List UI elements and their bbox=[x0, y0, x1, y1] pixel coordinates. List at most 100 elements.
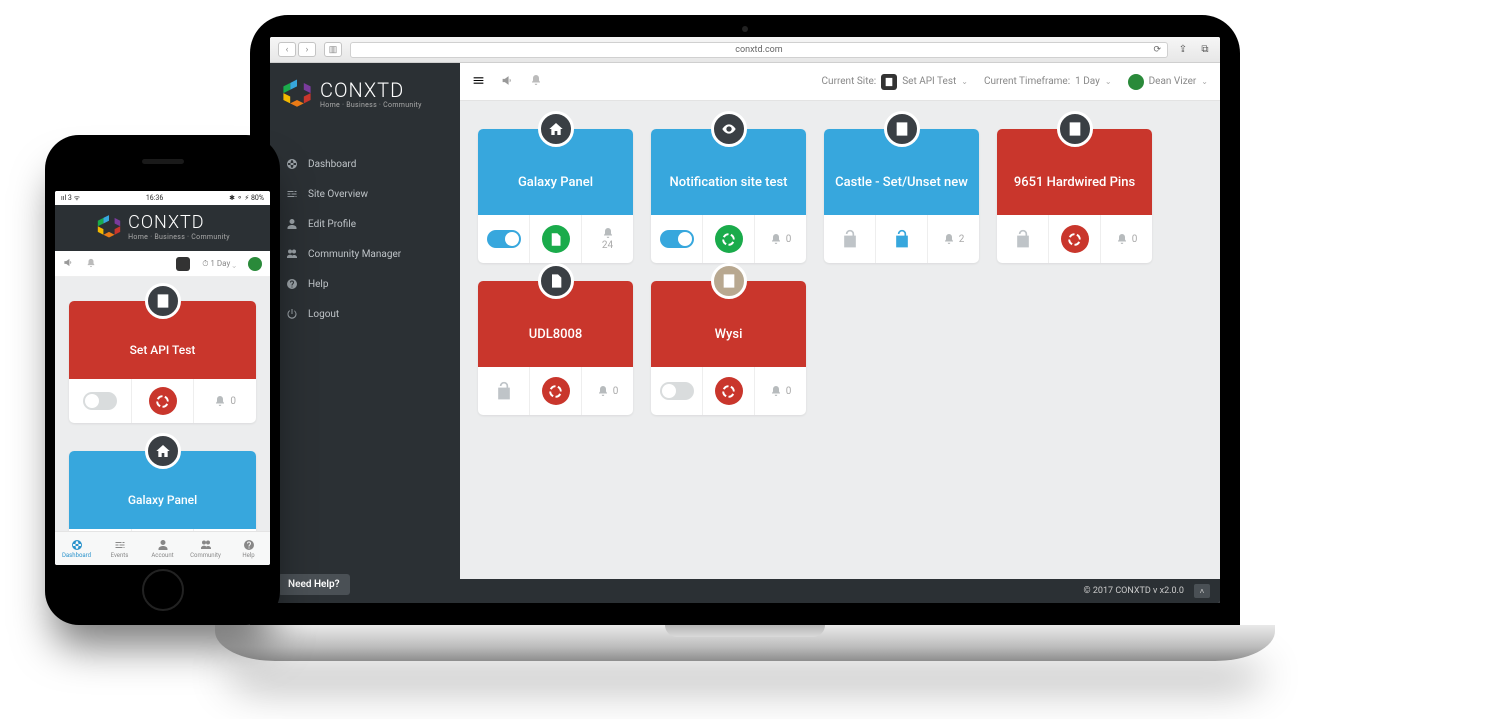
bell-icon bbox=[770, 385, 782, 397]
sidebar-item-help[interactable]: Help bbox=[270, 269, 460, 299]
card-mid-slot[interactable] bbox=[131, 379, 194, 423]
card-bell-slot[interactable]: 2 bbox=[927, 215, 979, 263]
sidebar-item-label: Logout bbox=[308, 309, 339, 320]
tab-events[interactable]: Events bbox=[98, 532, 141, 565]
card-mid-slot[interactable] bbox=[875, 215, 927, 263]
tab-icon bbox=[200, 539, 212, 551]
sidebar-item-community-manager[interactable]: Community Manager bbox=[270, 239, 460, 269]
card-badge bbox=[1057, 111, 1093, 147]
announce-button[interactable] bbox=[501, 74, 514, 90]
avatar[interactable] bbox=[248, 257, 262, 271]
tab-community[interactable]: Community bbox=[184, 532, 227, 565]
sidebar-item-label: Site Overview bbox=[308, 189, 368, 200]
site-card[interactable]: 9651 Hardwired Pins0 bbox=[997, 129, 1152, 263]
site-card[interactable]: Galaxy Panel24 bbox=[478, 129, 633, 263]
current-site-selector[interactable]: Current Site: Set API Test ⌄ bbox=[822, 74, 968, 90]
card-footer: 0 bbox=[69, 379, 256, 423]
sliders-icon bbox=[286, 188, 298, 200]
announce-button[interactable] bbox=[63, 257, 74, 270]
menu-toggle-button[interactable] bbox=[472, 74, 485, 90]
user-menu[interactable]: Dean Vizer ⌄ bbox=[1128, 74, 1208, 90]
sidebar-item-dashboard[interactable]: Dashboard bbox=[270, 149, 460, 179]
card-footer: 0 bbox=[478, 367, 633, 415]
tab-label: Events bbox=[111, 552, 129, 559]
site-card[interactable]: UDL8008 0 bbox=[478, 281, 633, 415]
spin-icon bbox=[721, 232, 736, 247]
site-icon[interactable] bbox=[176, 257, 190, 271]
tab-help[interactable]: Help bbox=[227, 532, 270, 565]
alert-count: 0 bbox=[597, 385, 619, 397]
help-icon bbox=[286, 278, 298, 290]
card-mid-slot[interactable] bbox=[529, 367, 581, 415]
lock-open-icon bbox=[1013, 229, 1033, 249]
need-help-button[interactable]: Need Help? bbox=[278, 574, 350, 595]
horn-icon bbox=[501, 74, 514, 87]
card-bell-slot[interactable]: 0 bbox=[754, 215, 806, 263]
arm-toggle[interactable] bbox=[83, 392, 117, 410]
card-bell-slot[interactable]: 0 bbox=[193, 379, 256, 423]
browser-back-button[interactable]: ‹ bbox=[278, 42, 296, 57]
card-bell-slot[interactable]: 24 bbox=[193, 529, 256, 531]
card-left-slot[interactable] bbox=[69, 529, 131, 531]
reload-icon[interactable]: ⟳ bbox=[1153, 45, 1161, 55]
sidebar-item-site-overview[interactable]: Site Overview bbox=[270, 179, 460, 209]
notifications-button[interactable] bbox=[530, 74, 542, 89]
card-left-slot[interactable] bbox=[651, 367, 702, 415]
arm-toggle[interactable] bbox=[487, 230, 521, 248]
home-icon bbox=[155, 443, 171, 459]
site-card[interactable]: Galaxy Panel24 bbox=[69, 451, 256, 531]
card-bell-slot[interactable]: 0 bbox=[581, 367, 633, 415]
site-card[interactable]: Set API Test 0 bbox=[69, 301, 256, 423]
card-bell-slot[interactable]: 0 bbox=[754, 367, 806, 415]
scroll-top-button[interactable]: ˄ bbox=[1194, 584, 1210, 598]
card-bell-slot[interactable]: 0 bbox=[1100, 215, 1152, 263]
browser-address-bar[interactable]: conxtd.com ⟳ bbox=[350, 42, 1168, 58]
card-left-slot[interactable] bbox=[69, 379, 131, 423]
card-left-slot[interactable] bbox=[478, 367, 529, 415]
sidebar-item-logout[interactable]: Logout bbox=[270, 299, 460, 329]
site-card[interactable]: Castle - Set/Unset new2 bbox=[824, 129, 979, 263]
card-left-slot[interactable] bbox=[997, 215, 1048, 263]
timeframe-selector[interactable]: Current Timeframe: 1 Day ⌄ bbox=[984, 76, 1112, 87]
notifications-button[interactable] bbox=[86, 258, 96, 270]
card-mid-slot[interactable] bbox=[529, 215, 581, 263]
card-bell-slot[interactable]: 24 bbox=[581, 215, 633, 263]
card-header: Galaxy Panel bbox=[69, 451, 256, 529]
card-title: UDL8008 bbox=[529, 327, 583, 342]
timeframe-selector[interactable]: ⏱ 1 Day ⌄ bbox=[202, 259, 236, 269]
card-left-slot[interactable] bbox=[651, 215, 702, 263]
tab-dashboard[interactable]: Dashboard bbox=[55, 532, 98, 565]
card-mid-slot[interactable] bbox=[1048, 215, 1100, 263]
card-header: Set API Test bbox=[69, 301, 256, 379]
arm-toggle[interactable] bbox=[660, 230, 694, 248]
site-card[interactable]: Notification site test0 bbox=[651, 129, 806, 263]
browser-url: conxtd.com bbox=[735, 45, 782, 55]
app-shell: CONXTD Home · Business · Community Dashb… bbox=[270, 63, 1220, 603]
alert-count: 0 bbox=[214, 395, 236, 407]
arm-toggle[interactable] bbox=[660, 382, 694, 400]
card-header: Notification site test bbox=[651, 129, 806, 215]
phone-viewport: ııl 3 ᯤ 16:36 ✱ ⚬ ⚡︎ 80% CONXTD Home · B… bbox=[55, 191, 270, 565]
card-mid-slot[interactable] bbox=[702, 367, 754, 415]
sidebar-item-edit-profile[interactable]: Edit Profile bbox=[270, 209, 460, 239]
bell-icon bbox=[943, 233, 955, 245]
phone-tabbar: Dashboard Events AccountCommunityHelp bbox=[55, 531, 270, 565]
card-mid-slot[interactable] bbox=[131, 529, 194, 531]
sidebar-item-label: Dashboard bbox=[308, 159, 356, 170]
site-card[interactable]: Wysi0 bbox=[651, 281, 806, 415]
card-header: Castle - Set/Unset new bbox=[824, 129, 979, 215]
card-mid-slot[interactable] bbox=[702, 215, 754, 263]
card-badge bbox=[145, 433, 181, 469]
brand-tagline: Home · Business · Community bbox=[128, 234, 230, 241]
browser-tabs-button[interactable]: ⧉ bbox=[1198, 44, 1212, 55]
card-left-slot[interactable] bbox=[478, 215, 529, 263]
bell-icon bbox=[770, 233, 782, 245]
browser-share-button[interactable]: ⇪ bbox=[1176, 44, 1190, 55]
building-icon bbox=[155, 293, 171, 309]
browser-forward-button[interactable]: › bbox=[298, 42, 316, 57]
bell-icon bbox=[530, 74, 542, 86]
card-left-slot[interactable] bbox=[824, 215, 875, 263]
browser-sidebar-button[interactable]: ▥ bbox=[324, 42, 342, 57]
tab-account[interactable]: Account bbox=[141, 532, 184, 565]
brand-logo[interactable]: CONXTD Home · Business · Community bbox=[270, 63, 460, 129]
